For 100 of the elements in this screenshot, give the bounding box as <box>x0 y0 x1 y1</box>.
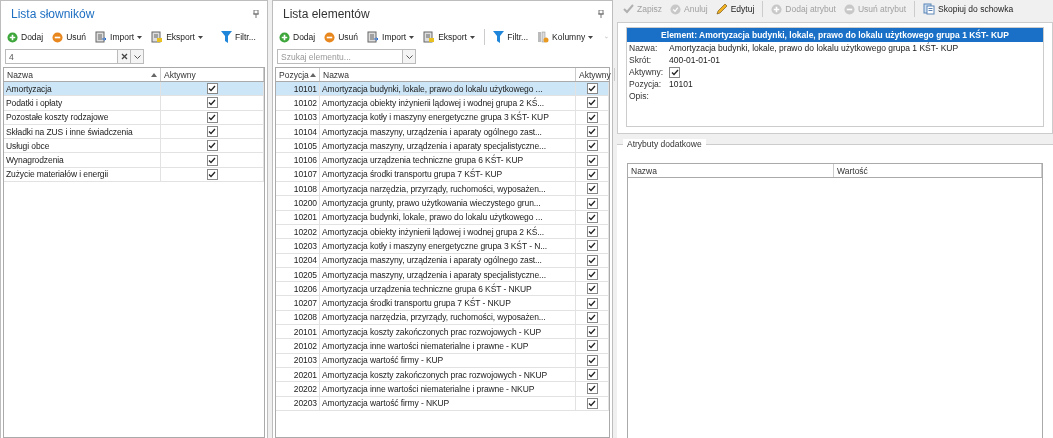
checkbox[interactable] <box>206 97 218 109</box>
remove-button[interactable]: Usuń <box>322 31 361 43</box>
table-row[interactable]: 10202 Amortyzacja obiekty inżynierii lądowej i wodnej grupa 2 KŚ... <box>276 224 609 240</box>
checkbox[interactable] <box>586 126 598 138</box>
table-cell: Amortyzacja wartość firmy - NKUP <box>322 398 450 409</box>
table-row[interactable]: 10105 Amortyzacja maszyny, urządzenia i aparaty specjalistyczne... <box>276 139 609 154</box>
checkbox[interactable] <box>586 168 598 180</box>
checkbox[interactable] <box>206 111 218 123</box>
table-row[interactable]: Wynagrodzenia <box>4 153 264 168</box>
clear-button[interactable] <box>117 50 130 63</box>
table-row[interactable]: 10205 Amortyzacja maszyny, urządzenia i aparaty specjalistyczne... <box>276 267 609 283</box>
table-row[interactable]: Usługi obce <box>4 139 264 154</box>
checkbox[interactable] <box>206 140 218 152</box>
checkbox[interactable] <box>586 326 598 338</box>
table-row[interactable]: 20102 Amortyzacja inne wartości niematerialne i prawne - KUP <box>276 339 609 354</box>
column-header[interactable]: Nazwa <box>4 68 161 81</box>
checkbox[interactable] <box>669 66 680 78</box>
checkbox[interactable] <box>586 211 598 223</box>
table-row[interactable]: 10201 Amortyzacja budynki, lokale, prawo do lokalu użytkowego ... <box>276 210 609 225</box>
copy-button[interactable]: Skopiuj do schowka <box>921 3 1016 15</box>
table-row[interactable]: 20202 Amortyzacja inne wartości niematerialne i prawne - NKUP <box>276 382 609 397</box>
checkbox[interactable] <box>586 297 598 309</box>
export-button[interactable]: Eksport <box>149 31 205 43</box>
checkbox[interactable] <box>206 154 218 166</box>
checkbox[interactable] <box>206 126 218 138</box>
table-row[interactable]: 20103 Amortyzacja wartość firmy - KUP <box>276 353 609 368</box>
table-row[interactable]: 20203 Amortyzacja wartość firmy - NKUP <box>276 396 609 411</box>
cancel-icon <box>670 3 682 15</box>
table-row[interactable]: Składki na ZUS i inne świadczenia <box>4 124 264 140</box>
filter-button[interactable]: Filtr... <box>491 31 531 43</box>
checkbox[interactable] <box>586 154 598 166</box>
table-row[interactable]: 10207 Amortyzacja środki transportu grupa 7 KŚT - NKUP <box>276 296 609 311</box>
table-row[interactable]: Amortyzacja <box>4 82 264 97</box>
table-cell: 10105 <box>293 140 317 151</box>
add-button[interactable]: Dodaj <box>277 31 318 43</box>
column-header[interactable]: Pozycja <box>276 68 320 81</box>
remove-button[interactable]: Usuń <box>50 31 89 43</box>
checkbox[interactable] <box>586 226 598 238</box>
checkbox[interactable] <box>586 140 598 152</box>
table-row[interactable]: 10101 Amortyzacja budynki, lokale, prawo do lokalu użytkowego ... <box>276 82 609 97</box>
dropdown-button[interactable] <box>130 50 143 63</box>
checkbox[interactable] <box>206 168 218 180</box>
table-row[interactable]: Zużycie materiałów i energii <box>4 167 264 183</box>
checkbox[interactable] <box>586 197 598 209</box>
filter-combo-box[interactable]: 4 <box>5 49 144 64</box>
table-row[interactable]: Pozostałe koszty rodzajowe <box>4 110 264 125</box>
table-row[interactable]: 10106 Amortyzacja urządzenia techniczne grupa 6 KŚT- KUP <box>276 153 609 168</box>
checkbox[interactable] <box>586 354 598 366</box>
checkbox[interactable] <box>586 97 598 109</box>
table-row[interactable]: 20101 Amortyzacja koszty zakończonych prac rozwojowych - KUP <box>276 325 609 340</box>
search-field[interactable]: Szukaj elementu... <box>278 50 402 63</box>
checkbox[interactable] <box>586 240 598 252</box>
checkbox[interactable] <box>206 83 218 95</box>
table-row[interactable]: 10102 Amortyzacja obiekty inżynierii lądowej i wodnej grupa 2 KŚ... <box>276 96 609 111</box>
table-cell: 10206 <box>293 283 317 294</box>
column-header[interactable]: Aktywny <box>161 68 264 81</box>
columns-button[interactable]: Kolumny <box>535 31 596 43</box>
table-row[interactable]: 10206 Amortyzacja urządzenia techniczne grupa 6 KŚT - NKUP <box>276 282 609 297</box>
table-cell: 10200 <box>293 198 317 208</box>
element-header: Element: Amortyzacja budynki, lokale, prawo do lokalu użytkowego grupa 1 KŚT- KUP <box>627 28 1043 42</box>
checkbox[interactable] <box>586 369 598 381</box>
table-row[interactable]: 10103 Amortyzacja kotły i maszyny energetyczne grupa 3 KŚT- KUP <box>276 110 609 125</box>
filter-button[interactable]: Filtr... <box>219 31 258 43</box>
checkbox[interactable] <box>586 183 598 195</box>
table-row[interactable]: 10200 Amortyzacja grunty, prawo użytkowania wieczystego grun... <box>276 196 609 211</box>
filter-field[interactable]: 4 <box>6 50 117 63</box>
table-row[interactable]: 10107 Amortyzacja środki transportu grupa 7 KŚT- KUP <box>276 167 609 183</box>
checkbox[interactable] <box>586 311 598 323</box>
dropdown-button[interactable] <box>402 50 415 63</box>
checkbox[interactable] <box>586 83 598 95</box>
table-cell: Amortyzacja obiekty inżynierii lądowej i wodnej grupa 2 KŚ... <box>322 226 545 237</box>
checkbox[interactable] <box>586 397 598 409</box>
table-row[interactable]: Podatki i opłaty <box>4 96 264 111</box>
table-row[interactable]: 10104 Amortyzacja maszyny, urządzenia i aparaty ogólnego zast... <box>276 124 609 140</box>
checkbox[interactable] <box>586 269 598 280</box>
table-cell: Usługi obce <box>6 140 50 151</box>
table-cell: 20101 <box>293 326 317 337</box>
column-header[interactable]: Aktywny <box>576 68 615 81</box>
table-row[interactable]: 10204 Amortyzacja maszyny, urządzenia i aparaty ogólnego zast... <box>276 253 609 268</box>
caret-icon <box>137 35 143 39</box>
table-row[interactable]: 10108 Amortyzacja narzędzia, przyrządy, ruchomości, wyposażen... <box>276 182 609 197</box>
table-row[interactable]: 10203 Amortyzacja kotły i maszyny energetyczne grupa 3 KŚT - N... <box>276 239 609 254</box>
checkbox[interactable] <box>586 283 598 295</box>
table-row[interactable]: 10208 Amortyzacja narzędzia, przyrządy, ruchomości, wyposażen... <box>276 310 609 326</box>
search-combo-box[interactable]: Szukaj elementu... <box>277 49 416 64</box>
column-header[interactable]: Nazwa <box>320 68 576 81</box>
checkbox[interactable] <box>586 254 598 266</box>
table-cell: 10101 <box>293 83 317 94</box>
import-button[interactable]: Import <box>93 31 145 43</box>
table-row[interactable]: 20201 Amortyzacja koszty zakończonych prac rozwojowych - NKUP <box>276 367 609 383</box>
export-button[interactable]: Eksport <box>421 31 477 43</box>
import-icon <box>367 31 380 43</box>
column-header[interactable]: Wartość <box>834 164 1042 177</box>
checkbox[interactable] <box>586 383 598 395</box>
checkbox[interactable] <box>586 340 598 352</box>
add-button[interactable]: Dodaj <box>5 31 46 43</box>
import-button[interactable]: Import <box>365 31 417 43</box>
edit-button[interactable]: Edytuj <box>713 3 757 15</box>
column-header[interactable]: Nazwa <box>628 164 834 177</box>
checkbox[interactable] <box>586 111 598 123</box>
